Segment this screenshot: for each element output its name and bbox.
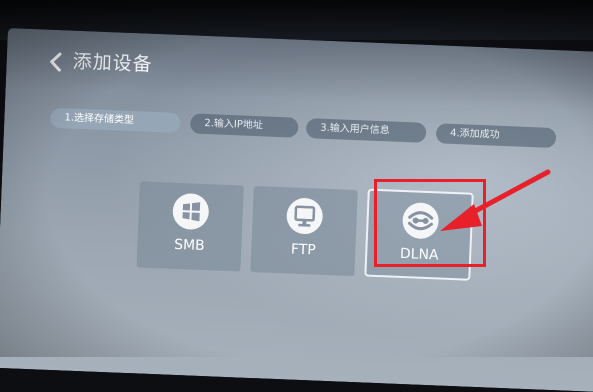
smb-device-card[interactable]: SMB	[136, 181, 243, 271]
step-add-success: 4.添加成功	[436, 123, 557, 148]
windows-icon	[172, 193, 209, 230]
step-label: 2.输入IP地址	[204, 118, 263, 131]
step-label: 4.添加成功	[450, 128, 500, 141]
ftp-label: FTP	[251, 240, 356, 260]
monitor-icon	[286, 197, 323, 234]
step-label: 1.选择存储类型	[64, 112, 134, 126]
page-title: 添加设备	[72, 47, 153, 77]
ftp-device-card[interactable]: FTP	[250, 186, 357, 276]
step-select-storage-type: 1.选择存储类型	[50, 108, 181, 133]
annotation-highlight-box	[374, 179, 486, 267]
step-enter-ip: 2.输入IP地址	[190, 113, 299, 137]
smb-label: SMB	[137, 235, 242, 255]
step-enter-user-info: 3.输入用户信息	[306, 118, 427, 143]
tv-screen: 添加设备 1.选择存储类型 2.输入IP地址 3.输入用户信息 4.添加成功 S…	[0, 28, 593, 392]
chevron-left-icon[interactable]	[44, 50, 69, 75]
step-label: 3.输入用户信息	[320, 123, 390, 137]
